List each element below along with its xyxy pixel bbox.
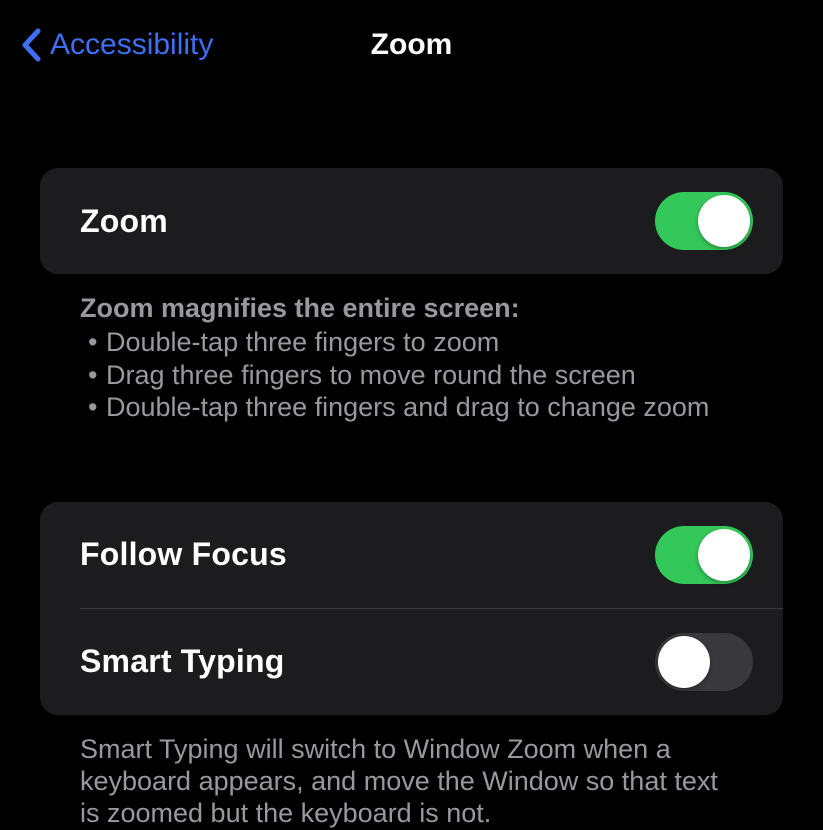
smart-typing-footer-text: Smart Typing will switch to Window Zoom … — [80, 733, 743, 830]
follow-focus-row: Follow Focus — [40, 502, 783, 608]
zoom-label: Zoom — [80, 203, 168, 240]
zoom-footer-item: Double-tap three fingers and drag to cha… — [80, 391, 743, 423]
toggle-knob — [698, 195, 750, 247]
zoom-footer-header: Zoom magnifies the entire screen: — [80, 292, 743, 324]
focus-card: Follow Focus Smart Typing — [40, 502, 783, 715]
zoom-footer: Zoom magnifies the entire screen: Double… — [40, 274, 783, 424]
zoom-footer-list: Double-tap three fingers to zoom Drag th… — [80, 326, 743, 423]
zoom-footer-item: Drag three fingers to move round the scr… — [80, 359, 743, 391]
focus-section: Follow Focus Smart Typing Smart Typing w… — [40, 502, 783, 830]
zoom-toggle[interactable] — [655, 192, 753, 250]
smart-typing-toggle[interactable] — [655, 633, 753, 691]
navigation-bar: Accessibility Zoom — [0, 0, 823, 90]
smart-typing-label: Smart Typing — [80, 643, 285, 680]
zoom-section: Zoom Zoom magnifies the entire screen: D… — [40, 168, 783, 424]
zoom-row: Zoom — [40, 168, 783, 274]
back-button[interactable]: Accessibility — [20, 28, 213, 62]
toggle-knob — [698, 529, 750, 581]
smart-typing-row: Smart Typing — [80, 608, 783, 715]
chevron-left-icon — [20, 28, 42, 62]
page-title: Zoom — [371, 28, 453, 62]
zoom-card: Zoom — [40, 168, 783, 274]
follow-focus-label: Follow Focus — [80, 536, 287, 573]
back-label: Accessibility — [50, 28, 213, 62]
toggle-knob — [658, 636, 710, 688]
smart-typing-footer: Smart Typing will switch to Window Zoom … — [40, 715, 783, 830]
zoom-footer-item: Double-tap three fingers to zoom — [80, 326, 743, 358]
follow-focus-toggle[interactable] — [655, 526, 753, 584]
